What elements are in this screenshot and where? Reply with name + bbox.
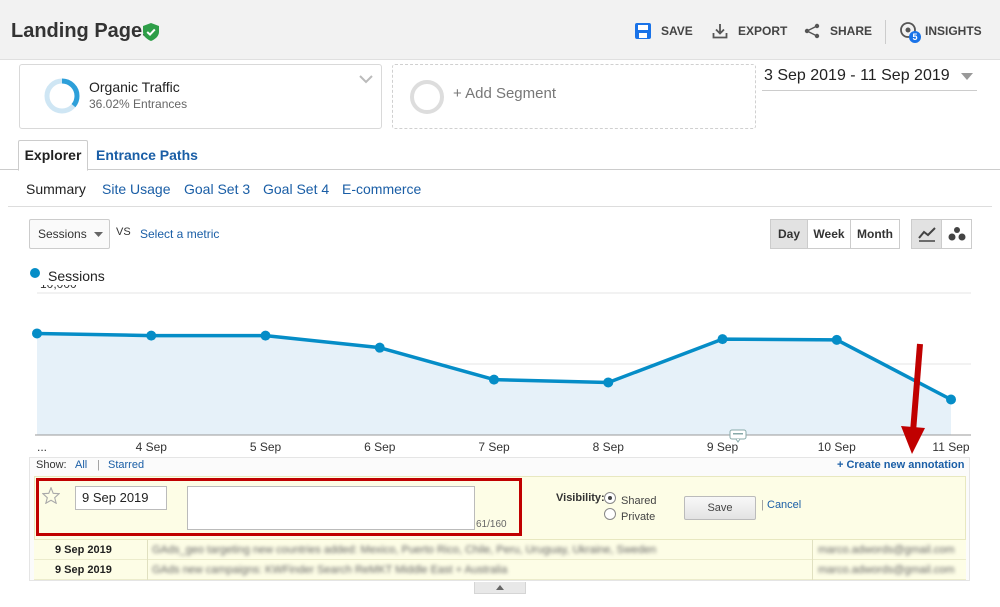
- x-tick-label: 10 Sep: [818, 440, 856, 454]
- annotations-starred-link[interactable]: Starred: [108, 459, 144, 471]
- caret-down-icon: [94, 232, 103, 237]
- insights-button[interactable]: 5 INSIGHTS: [899, 20, 982, 43]
- share-label: SHARE: [830, 24, 873, 38]
- caret-up-icon: [496, 585, 504, 590]
- save-label: SAVE: [661, 24, 693, 38]
- data-point: [260, 330, 271, 341]
- annotation-row[interactable]: 9 Sep 2019 GAds new campaigns: KWFinder …: [34, 560, 966, 580]
- month-button[interactable]: Month: [850, 219, 900, 249]
- data-point: [374, 342, 385, 353]
- data-point: [946, 394, 956, 405]
- data-point: [603, 377, 614, 388]
- page-title: Landing Pages: [11, 20, 154, 42]
- cancel-divider: |: [761, 499, 764, 511]
- subnav-summary[interactable]: Summary: [26, 181, 86, 197]
- row-divider: [812, 560, 813, 580]
- highlight-box: [36, 478, 522, 536]
- subnav-divider: [8, 206, 992, 207]
- insights-badge: 5: [909, 31, 921, 43]
- share-button[interactable]: SHARE: [804, 20, 872, 42]
- data-point: [717, 334, 728, 345]
- x-tick-label: 5 Sep: [250, 440, 282, 454]
- add-segment-button[interactable]: [392, 64, 756, 129]
- subnav-goal-set-4[interactable]: Goal Set 4: [263, 181, 329, 197]
- save-button[interactable]: SAVE: [635, 20, 693, 42]
- create-annotation-link[interactable]: + Create new annotation: [837, 459, 964, 471]
- export-label: EXPORT: [738, 24, 788, 38]
- y-tick-label: 10,000: [40, 285, 77, 291]
- annotation-row-email: marco.adwords@gmail.com: [818, 544, 955, 556]
- chevron-down-icon[interactable]: [359, 74, 373, 84]
- data-point: [146, 330, 157, 341]
- row-divider: [147, 540, 148, 560]
- subnav-site-usage[interactable]: Site Usage: [102, 181, 170, 197]
- data-point: [489, 374, 499, 385]
- sessions-chart: 10,0005,000...4 Sep5 Sep6 Sep7 Sep8 Sep9…: [32, 285, 971, 454]
- red-arrow-icon: [901, 343, 925, 454]
- row-divider: [812, 540, 813, 560]
- tab-explorer[interactable]: Explorer: [18, 140, 88, 171]
- segment-detail: 36.02% Entrances: [89, 97, 188, 111]
- annotation-row-email: marco.adwords@gmail.com: [818, 564, 955, 576]
- annotation-row-date: 9 Sep 2019: [55, 564, 112, 576]
- subnav-goal-set-3[interactable]: Goal Set 3: [184, 181, 250, 197]
- export-button[interactable]: EXPORT: [712, 20, 787, 42]
- vs-label: VS: [116, 226, 131, 238]
- x-tick-label: 7 Sep: [478, 440, 510, 454]
- row-divider: [147, 560, 148, 580]
- verified-shield-icon: [143, 23, 159, 41]
- shared-radio[interactable]: [604, 492, 616, 504]
- private-radio[interactable]: [604, 508, 616, 520]
- x-tick-label: 6 Sep: [364, 440, 396, 454]
- data-point: [32, 328, 42, 339]
- download-icon: [712, 24, 728, 39]
- insights-label: INSIGHTS: [925, 24, 982, 38]
- add-segment-label: + Add Segment: [453, 85, 556, 102]
- subnav-ecommerce[interactable]: E-commerce: [342, 181, 421, 197]
- segment-name: Organic Traffic: [89, 79, 180, 95]
- x-tick-label: ...: [37, 440, 47, 454]
- shared-label: Shared: [621, 495, 657, 507]
- annotations-divider: |: [97, 459, 100, 471]
- annotation-save-button[interactable]: Save: [684, 496, 756, 520]
- data-point: [831, 334, 842, 345]
- date-range-value: 3 Sep 2019 - 11 Sep 2019: [764, 67, 950, 84]
- private-label: Private: [621, 511, 656, 523]
- share-icon: [804, 23, 820, 39]
- annotation-cancel-link[interactable]: Cancel: [767, 499, 801, 511]
- x-tick-label: 11 Sep: [932, 440, 969, 454]
- legend-dot: [30, 268, 40, 278]
- caret-down-icon: [961, 73, 973, 80]
- annotation-row[interactable]: 9 Sep 2019 GAds_geo targeting new countr…: [34, 540, 966, 560]
- annotation-row-text: GAds_geo targeting new countries added: …: [152, 544, 657, 556]
- line-chart-icon: [917, 227, 936, 242]
- bubble-chart-icon: [948, 227, 965, 241]
- x-tick-label: 4 Sep: [136, 440, 168, 454]
- line-chart-view-button[interactable]: [911, 219, 942, 249]
- empty-segment-circle-icon: [410, 80, 444, 114]
- x-tick-label: 8 Sep: [593, 440, 625, 454]
- segment-donut-icon: [44, 78, 80, 114]
- annotation-marker-icon[interactable]: [729, 429, 747, 443]
- floppy-icon: [635, 23, 651, 39]
- annotation-row-text: GAds new campaigns: KWFinder Search ReMK…: [152, 564, 508, 576]
- date-range-picker[interactable]: 3 Sep 2019 - 11 Sep 2019: [762, 67, 977, 91]
- select-metric-link[interactable]: Select a metric: [140, 227, 219, 241]
- annotations-all-link[interactable]: All: [75, 459, 87, 471]
- collapse-annotations-button[interactable]: [474, 582, 526, 594]
- week-button[interactable]: Week: [807, 219, 851, 249]
- visibility-label: Visibility:: [556, 492, 605, 504]
- insights-icon: 5: [899, 21, 921, 43]
- tab-entrance-paths[interactable]: Entrance Paths: [96, 147, 198, 163]
- annotations-show-label: Show:: [36, 459, 67, 471]
- annotation-row-date: 9 Sep 2019: [55, 544, 112, 556]
- motion-chart-view-button[interactable]: [941, 219, 972, 249]
- metric-select[interactable]: Sessions: [29, 219, 110, 249]
- metric-select-value: Sessions: [38, 227, 87, 241]
- legend-label: Sessions: [48, 268, 105, 284]
- toolbar-divider: [885, 20, 886, 44]
- day-button[interactable]: Day: [770, 219, 808, 249]
